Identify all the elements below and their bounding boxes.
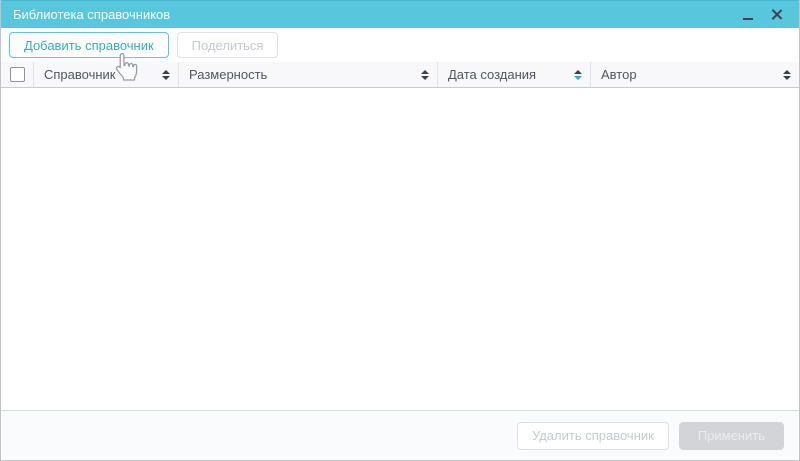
sort-arrows-icon[interactable] [162,70,170,80]
window-controls [737,4,787,26]
sort-arrows-icon[interactable] [783,70,791,80]
sort-arrows-icon[interactable] [421,70,429,80]
dialog-window: Библиотека справочников Добавить справоч… [0,0,800,461]
column-header-dimension[interactable]: Размерность [179,62,438,87]
delete-dictionary-button[interactable]: Удалить справочник [517,422,669,450]
column-header-author[interactable]: Автор [591,62,799,87]
apply-button[interactable]: Применить [679,422,784,450]
minimize-icon [743,18,753,20]
window-title: Библиотека справочников [13,7,737,22]
table-body-empty [1,88,799,410]
column-header-dictionary[interactable]: Справочник [34,62,179,87]
sort-arrows-icon[interactable] [574,70,582,80]
select-all-cell [1,62,34,87]
footer-bar: Удалить справочник Применить [1,410,799,460]
close-icon [771,9,782,20]
minimize-button[interactable] [737,4,759,26]
close-button[interactable] [765,4,787,26]
toolbar: Добавить справочник Поделиться [1,28,799,62]
add-dictionary-button[interactable]: Добавить справочник [9,32,169,58]
column-label: Размерность [189,67,267,82]
column-label: Дата создания [448,67,536,82]
table-header: Справочник Размерность Дата создания Авт… [1,62,799,88]
titlebar: Библиотека справочников [1,0,799,28]
column-label: Справочник [44,67,116,82]
column-label: Автор [601,67,637,82]
column-header-created-date[interactable]: Дата создания [438,62,591,87]
select-all-checkbox[interactable] [10,67,25,82]
share-button[interactable]: Поделиться [177,32,279,58]
